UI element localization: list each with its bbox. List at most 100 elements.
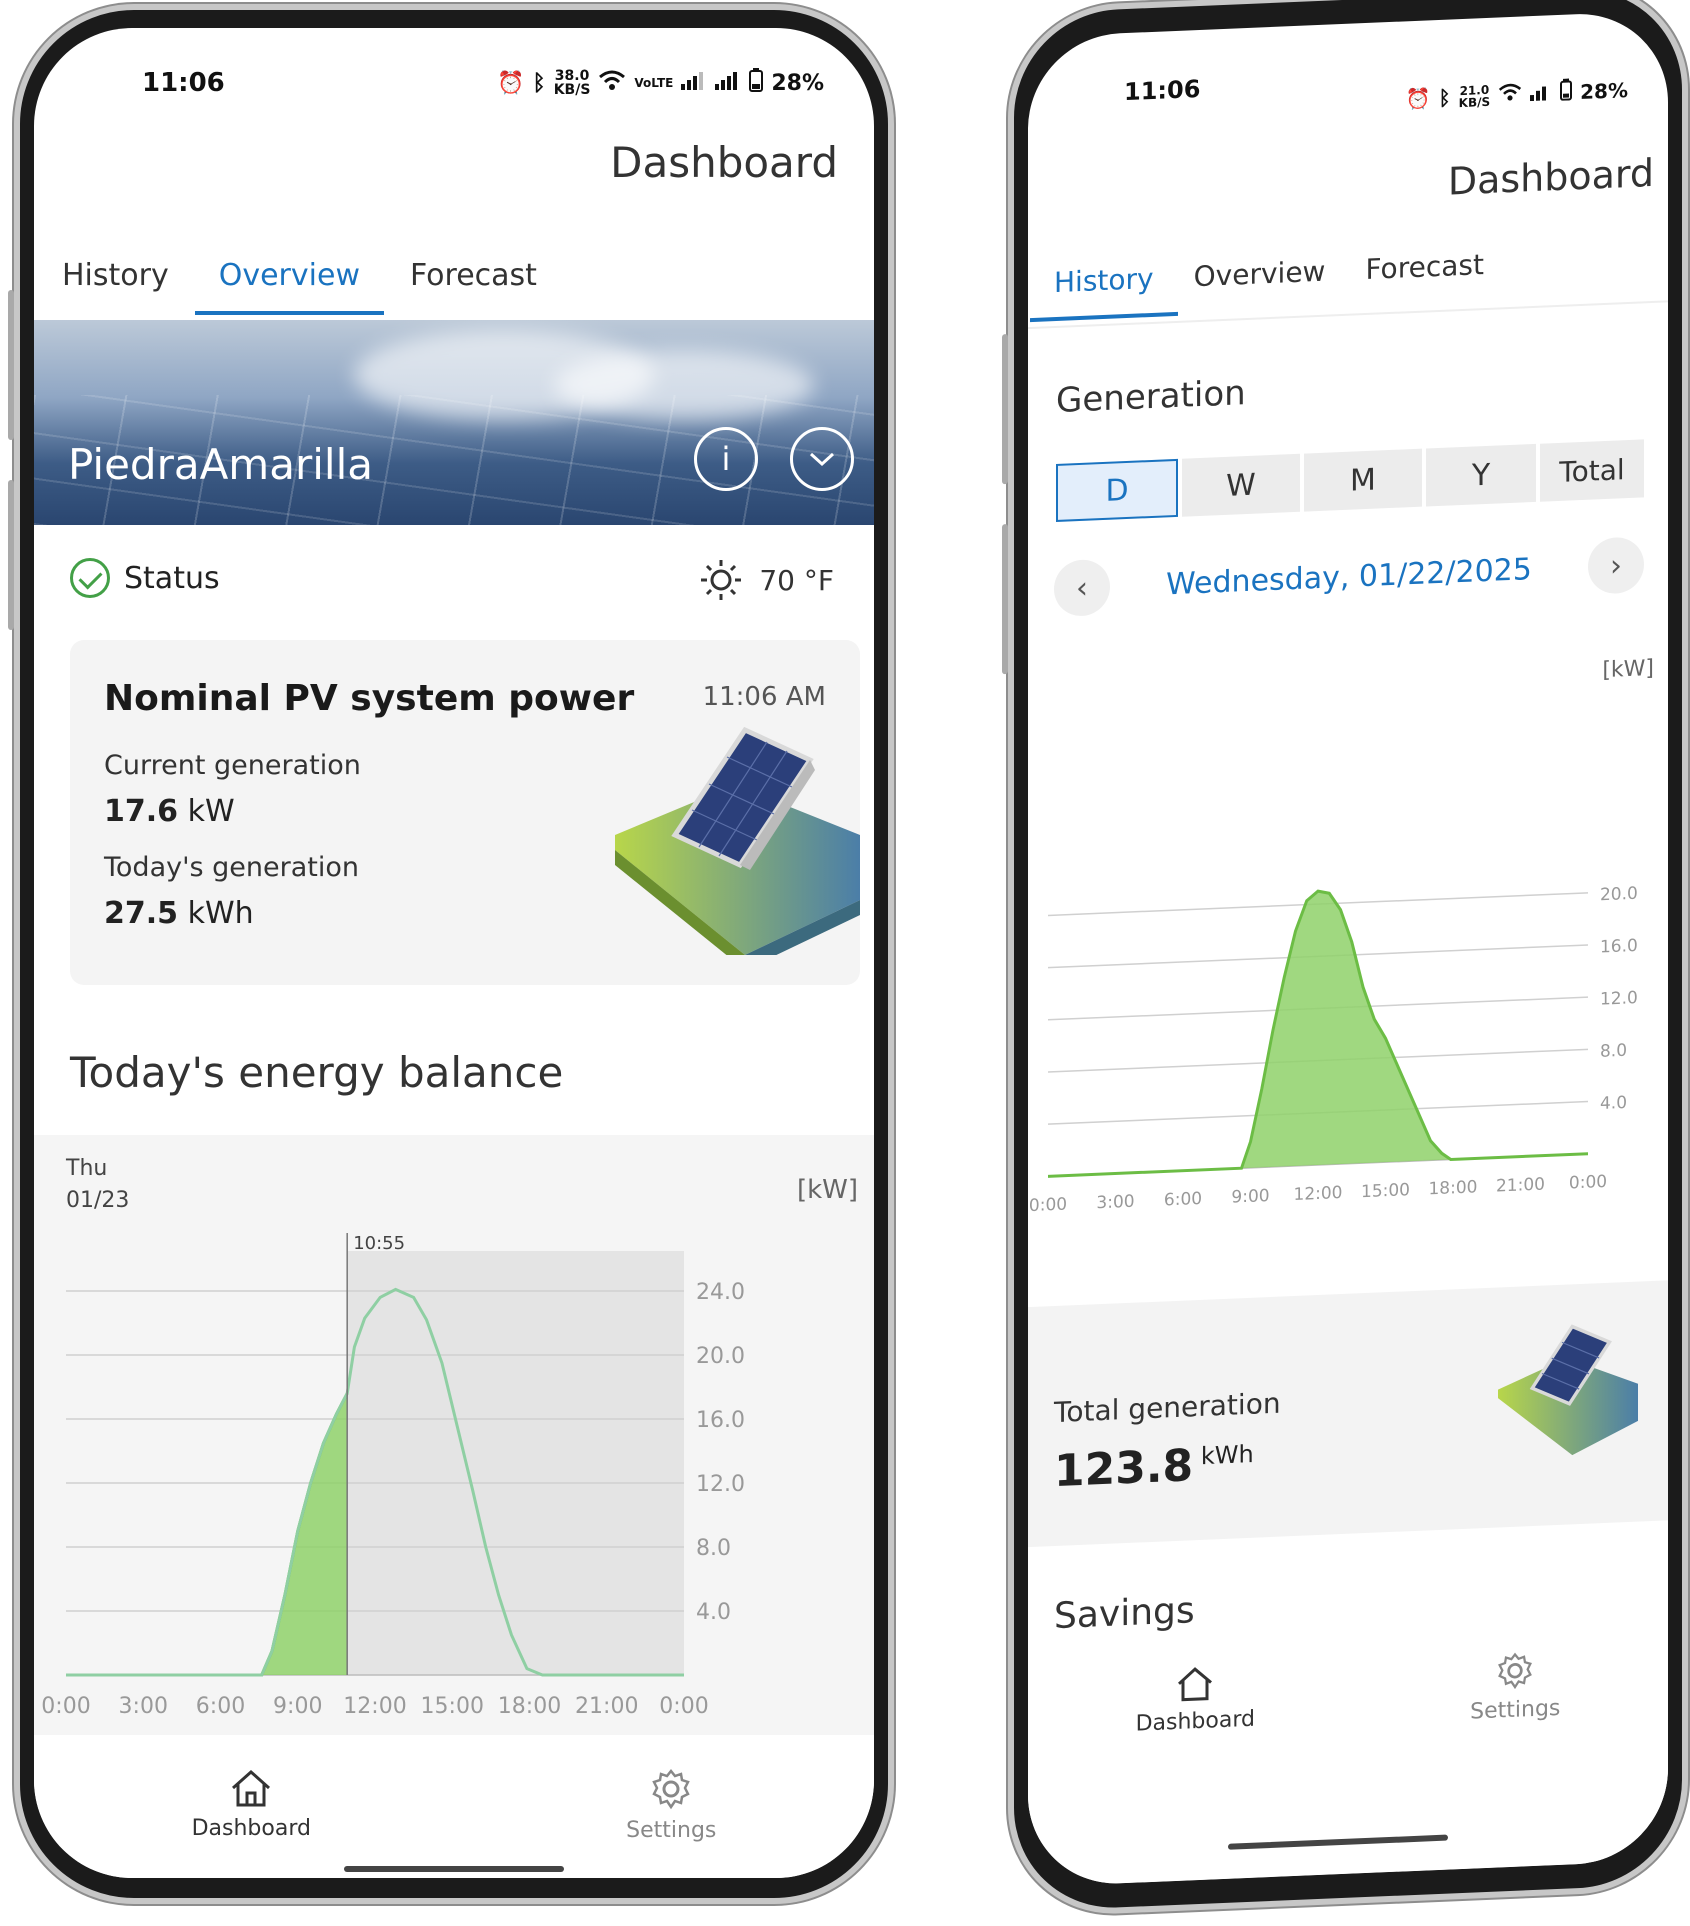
gear-icon <box>1498 1652 1533 1690</box>
plant-banner: PiedraAmarilla i <box>34 320 874 525</box>
next-day-button[interactable]: › <box>1587 536 1644 595</box>
date-navigator: ‹ Wednesday, 01/22/2025 › <box>1054 536 1644 618</box>
check-circle-icon <box>70 558 110 598</box>
tab-overview[interactable]: Overview <box>194 258 385 315</box>
y-tick-label: 8.0 <box>696 1536 731 1561</box>
generation-chart: 20.0 16.0 12.0 8.0 4.0 0:00 3:00 6:00 9:00 12:00 1… <box>1029 884 1638 1217</box>
status-icons: ⏰ ᛒ 38.0 KB/S VoLTE 28% <box>497 68 824 98</box>
card-title: Nominal PV system power <box>104 678 635 719</box>
wifi-icon <box>598 69 626 97</box>
period-year[interactable]: Y <box>1426 443 1536 507</box>
y-tick-label: 16.0 <box>696 1408 745 1433</box>
tab-overview[interactable]: Overview <box>1194 255 1326 316</box>
pv-power-card: Nominal PV system power 11:06 AM Current… <box>70 640 860 985</box>
battery-icon <box>1560 78 1573 106</box>
y-tick-label: 24.0 <box>696 1280 745 1305</box>
previous-day-button[interactable]: ‹ <box>1054 558 1110 618</box>
current-generation-label: Current generation <box>104 750 361 781</box>
energy-balance-chart: Thu 01/23 [kW] 24.0 20.0 16.0 12.0 8.0 4.0 0:00… <box>34 1135 874 1735</box>
period-selector: D W M Y Total <box>1056 439 1644 522</box>
x-tick-label: 9:00 <box>1231 1186 1269 1208</box>
temperature: 70 °F <box>759 563 834 597</box>
screen-right: 11:06 ⏰ ᛒ 21.0 KB/S 28% Dashboard History <box>1028 10 1668 1888</box>
tab-bar: History Overview Forecast <box>62 258 537 315</box>
tab-forecast[interactable]: Forecast <box>410 258 537 315</box>
y-tick-label: 4.0 <box>1600 1093 1627 1114</box>
y-tick-label: 20.0 <box>696 1344 745 1369</box>
battery-icon <box>749 68 764 98</box>
x-tick-label: 15:00 <box>421 1694 484 1719</box>
x-tick-label: 9:00 <box>273 1694 322 1719</box>
x-tick-label: 3:00 <box>1096 1192 1134 1214</box>
x-tick-label: 0:00 <box>41 1694 90 1719</box>
bottom-nav: Dashboard Settings <box>1028 1615 1668 1888</box>
nav-dashboard[interactable]: Dashboard <box>192 1768 311 1878</box>
chart-unit: [kW] <box>1602 655 1654 684</box>
power-button <box>8 480 14 630</box>
period-day[interactable]: D <box>1056 458 1178 522</box>
home-indicator[interactable] <box>344 1866 564 1872</box>
y-tick-label: 12.0 <box>1600 988 1638 1010</box>
x-tick-label: 3:00 <box>119 1694 168 1719</box>
energy-balance-title: Today's energy balance <box>70 1048 564 1097</box>
y-tick-label: 8.0 <box>1600 1041 1627 1062</box>
x-tick-label: 0:00 <box>1569 1172 1607 1194</box>
tab-history[interactable]: History <box>62 258 169 315</box>
volume-button <box>8 290 14 440</box>
status-time: 11:06 <box>1124 74 1201 107</box>
volte-label: VoLTE <box>634 76 674 90</box>
bluetooth-icon: ᛒ <box>1438 84 1451 110</box>
x-tick-label: 0:00 <box>1029 1195 1067 1217</box>
y-tick-label: 20.0 <box>1600 884 1638 906</box>
y-tick-label: 12.0 <box>696 1472 745 1497</box>
x-tick-label: 21:00 <box>1496 1175 1545 1197</box>
x-tick-label: 15:00 <box>1361 1180 1410 1202</box>
x-tick-label: 6:00 <box>1164 1189 1202 1211</box>
weather: 70 °F <box>699 558 834 602</box>
nav-settings[interactable]: Settings <box>1470 1650 1560 1869</box>
home-icon <box>232 1769 271 1807</box>
x-tick-label: 0:00 <box>659 1694 708 1719</box>
tab-forecast[interactable]: Forecast <box>1365 248 1483 308</box>
data-rate: 21.0 KB/S <box>1458 82 1491 110</box>
chart-svg: 24.0 20.0 16.0 12.0 8.0 4.0 0:00 3:00 6:00 9:00 12… <box>41 1233 745 1719</box>
x-tick-label: 21:00 <box>575 1694 638 1719</box>
data-rate: 38.0 KB/S <box>553 68 591 98</box>
volume-button <box>1002 334 1008 485</box>
wifi-icon <box>1498 81 1522 107</box>
status-row: Status <box>70 558 220 598</box>
bluetooth-icon: ᛒ <box>532 70 546 96</box>
phone-right: 11:06 ⏰ ᛒ 21.0 KB/S 28% Dashboard History <box>1002 0 1688 1919</box>
nav-settings[interactable]: Settings <box>626 1768 716 1878</box>
phone-left: 11:06 ⏰ ᛒ 38.0 KB/S VoLTE 28% Dashboard … <box>8 4 894 1904</box>
signal-icon <box>681 71 707 96</box>
period-week[interactable]: W <box>1182 453 1300 517</box>
total-generation-value: 123.8 kWh <box>1054 1440 1254 1498</box>
home-icon <box>1178 1667 1213 1702</box>
marker-label: 10:55 <box>353 1233 405 1254</box>
chevron-down-icon <box>809 452 835 467</box>
y-tick-label: 4.0 <box>696 1600 731 1625</box>
tab-history[interactable]: History <box>1054 262 1154 321</box>
generation-area <box>66 1393 348 1675</box>
plant-select-button[interactable] <box>790 427 854 491</box>
savings-title: Savings <box>1054 1590 1195 1638</box>
period-total[interactable]: Total <box>1540 439 1644 502</box>
solar-panel-illustration <box>1498 1324 1638 1456</box>
info-button[interactable]: i <box>694 427 758 491</box>
today-generation-value: 27.5 kWh <box>104 896 254 931</box>
period-month[interactable]: M <box>1304 448 1422 512</box>
bottom-nav: Dashboard Settings <box>34 1738 874 1878</box>
x-tick-label: 12:00 <box>1294 1183 1343 1205</box>
battery-percent: 28% <box>1580 77 1628 104</box>
nav-dashboard[interactable]: Dashboard <box>1136 1663 1255 1883</box>
screen-left: 11:06 ⏰ ᛒ 38.0 KB/S VoLTE 28% Dashboard … <box>34 28 874 1878</box>
today-generation-label: Today's generation <box>104 852 359 883</box>
card-time: 11:06 AM <box>702 682 826 712</box>
total-generation-card: Total generation 123.8 kWh <box>1028 1280 1668 1548</box>
alarm-icon: ⏰ <box>1405 85 1431 111</box>
selected-date[interactable]: Wednesday, 01/22/2025 <box>1166 552 1532 602</box>
generation-title: Generation <box>1056 373 1246 421</box>
generation-area <box>1048 891 1588 1177</box>
status-bar: 11:06 ⏰ ᛒ 38.0 KB/S VoLTE 28% <box>34 58 874 108</box>
